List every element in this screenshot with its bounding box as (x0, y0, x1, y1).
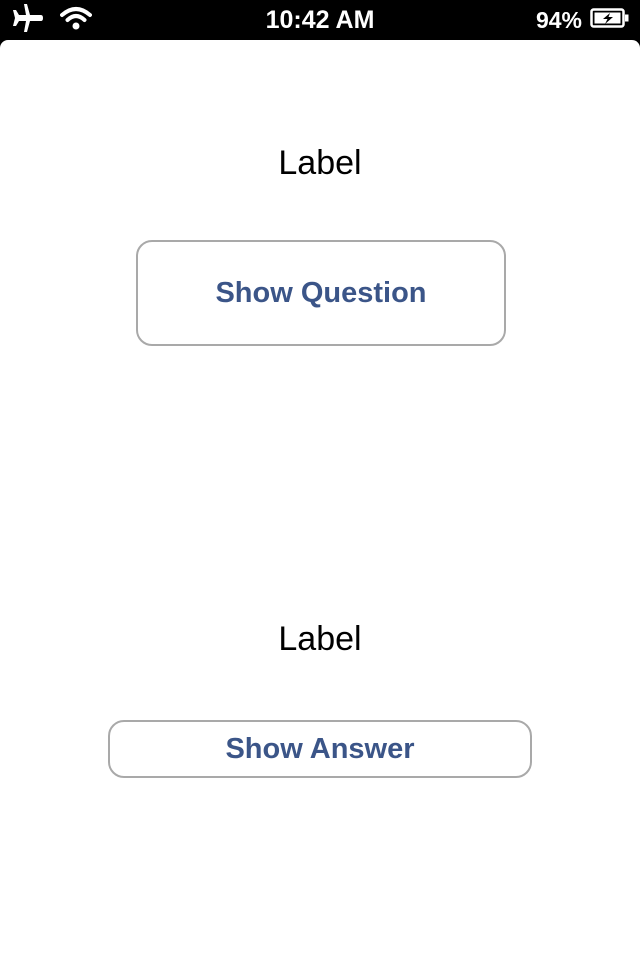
question-label: Label (278, 144, 362, 182)
battery-percent: 94% (535, 6, 582, 33)
answer-label: Label (278, 620, 362, 658)
status-right: 94% (536, 0, 630, 40)
battery-charging-icon (590, 7, 630, 34)
main-screen: Label Show Question Label Show Answer (0, 40, 640, 960)
show-answer-button[interactable]: Show Answer (108, 720, 532, 778)
status-bar: 10:42 AM 94% (0, 0, 640, 40)
show-question-button[interactable]: Show Question (136, 240, 506, 346)
